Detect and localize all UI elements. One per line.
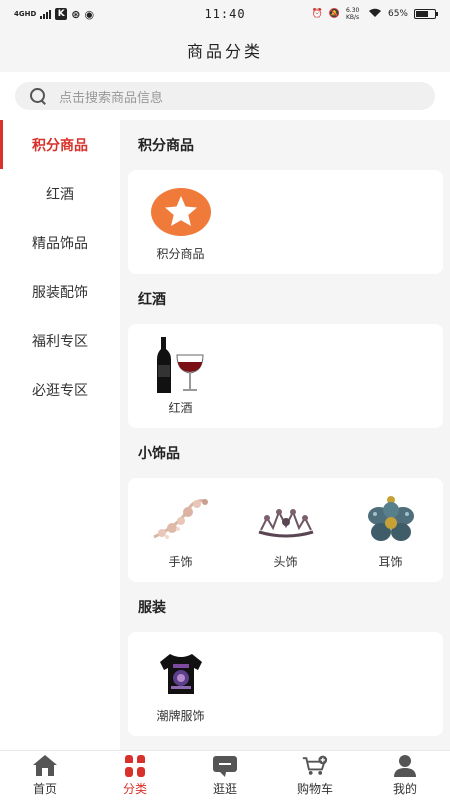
tab-profile[interactable]: 我的 (360, 751, 450, 800)
section-title: 红酒 (138, 292, 166, 308)
section-card: 潮牌服饰 (128, 632, 443, 736)
section-title: 服装 (138, 600, 166, 616)
battery-icon (414, 9, 438, 19)
sidebar-item-label: 必逛专区 (32, 382, 88, 399)
cart-icon (302, 755, 328, 775)
search-area: 点击搜索商品信息 (0, 72, 450, 120)
category-cell[interactable]: 积分商品 (128, 183, 233, 262)
section-title: 小饰品 (138, 446, 180, 462)
tab-home[interactable]: 首页 (0, 751, 90, 800)
search-placeholder: 点击搜索商品信息 (59, 90, 164, 106)
sidebar-item-label: 积分商品 (32, 137, 88, 154)
mute-icon: 🔕 (328, 9, 340, 19)
sidebar-item-wine[interactable]: 红酒 (0, 169, 120, 218)
weibo-icon: ⊛ (71, 7, 81, 21)
tab-label: 购物车 (296, 782, 333, 796)
status-bar: 4GHD K ⊛ ◉ 11:40 ⏰ 🔕 6.30 KB/s 65% (0, 0, 450, 28)
alarm-icon: ⏰ (311, 9, 323, 19)
sidebar-item-points[interactable]: 积分商品 (0, 120, 120, 169)
sidebar-item-label: 红酒 (46, 186, 74, 203)
category-cell[interactable]: 耳饰 (338, 491, 443, 570)
sidebar-item-jewelry[interactable]: 精品饰品 (0, 218, 120, 267)
tshirt-icon (149, 645, 213, 703)
search-input[interactable]: 点击搜索商品信息 (15, 82, 435, 110)
section-title: 积分商品 (138, 138, 194, 154)
section-card: 红酒 (128, 324, 443, 428)
tab-category[interactable]: 分类 (90, 751, 180, 800)
category-label: 耳饰 (378, 554, 403, 569)
clock: 11:40 (204, 7, 246, 21)
bottom-tab-bar: 首页 分类 逛逛 购物车 我的 (0, 750, 450, 800)
tab-label: 首页 (32, 782, 57, 796)
sidebar-item-label: 服装配饰 (32, 284, 88, 301)
category-cell[interactable]: 红酒 (128, 336, 233, 416)
k-app-icon: K (55, 8, 68, 20)
category-label: 红酒 (168, 400, 193, 415)
network-type: 4GHD (14, 10, 37, 18)
section-card: 手饰 头饰 耳饰 (128, 478, 443, 582)
section-card: 积分商品 (128, 170, 443, 274)
wine-icon (149, 336, 213, 395)
star-badge-icon (149, 183, 213, 241)
category-sidebar: 积分商品 红酒 精品饰品 服装配饰 福利专区 必逛专区 (0, 120, 120, 750)
sidebar-item-label: 精品饰品 (32, 235, 88, 252)
category-cell[interactable]: 头饰 (233, 491, 338, 570)
sidebar-item-must-visit[interactable]: 必逛专区 (0, 365, 120, 414)
bracelet-icon (149, 491, 213, 549)
search-icon (29, 87, 47, 105)
category-cell[interactable]: 手饰 (128, 491, 233, 570)
home-icon (33, 755, 57, 776)
battery-percent: 65% (387, 9, 408, 19)
sidebar-item-apparel[interactable]: 服装配饰 (0, 267, 120, 316)
tab-browse[interactable]: 逛逛 (180, 751, 270, 800)
chat-icon (213, 756, 237, 777)
q-app-icon: ◉ (84, 7, 95, 21)
tab-label: 分类 (122, 782, 147, 796)
category-label: 手饰 (168, 554, 193, 569)
page-title: 商品分类 (0, 28, 450, 72)
tiara-icon (254, 491, 318, 549)
sidebar-item-welfare[interactable]: 福利专区 (0, 316, 120, 365)
category-label: 潮牌服饰 (156, 708, 205, 723)
user-icon (394, 755, 416, 777)
tab-cart[interactable]: 购物车 (270, 751, 360, 800)
category-icon (125, 755, 145, 777)
category-cell[interactable]: 潮牌服饰 (128, 645, 233, 724)
wifi-icon (368, 7, 382, 21)
category-label: 积分商品 (156, 246, 205, 261)
network-speed: 6.30 KB/s (345, 7, 360, 21)
tab-label: 逛逛 (212, 782, 237, 796)
category-label: 头饰 (273, 554, 298, 569)
category-main: 积分商品 积分商品 红酒 红酒 小饰品 手饰 头饰 耳饰 服装 潮牌服饰 (120, 120, 450, 750)
category-content: 积分商品 红酒 精品饰品 服装配饰 福利专区 必逛专区 积分商品 积分商品 红酒 (0, 120, 450, 750)
tab-label: 我的 (392, 782, 417, 796)
earring-icon (359, 491, 423, 549)
signal-icon (40, 9, 52, 19)
sidebar-item-label: 福利专区 (32, 333, 88, 350)
